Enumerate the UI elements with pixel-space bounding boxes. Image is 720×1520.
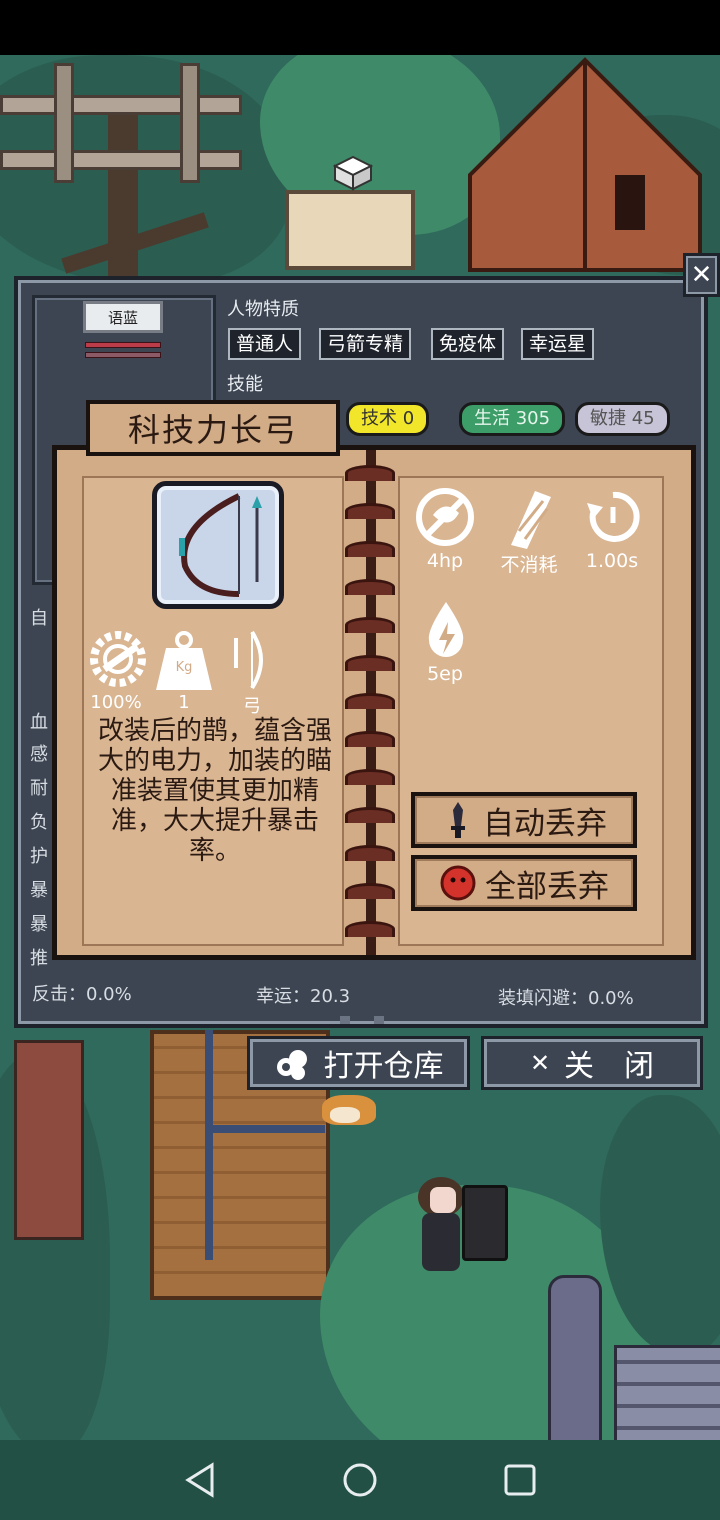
close-label: 关 闭	[564, 1049, 655, 1084]
item-name: 科技力长弓	[86, 400, 340, 456]
stat-counter: 反击：0.0%	[32, 984, 132, 1005]
supply-crate	[285, 190, 415, 270]
storage-icon	[276, 1050, 307, 1080]
item-icon-frame	[152, 481, 284, 609]
category-value: 弓	[243, 696, 261, 717]
bow-icon	[179, 493, 262, 597]
trait-tag[interactable]: 普通人	[228, 328, 302, 360]
page-dot	[374, 1016, 384, 1024]
stat-stub: 暴	[30, 914, 48, 935]
open-storage-button[interactable]: 打开仓库	[247, 1036, 470, 1090]
workbench	[14, 1040, 84, 1240]
stat-stub: 护	[30, 846, 48, 867]
book-rings	[345, 455, 395, 955]
fence-post	[180, 63, 200, 183]
cube-icon	[333, 155, 373, 191]
pipe	[205, 1125, 325, 1133]
stone-stairs	[614, 1345, 720, 1440]
stamina-bar	[85, 352, 161, 358]
riot-shield	[462, 1185, 508, 1261]
skill-tag-life[interactable]: 生活 305	[459, 402, 566, 436]
stat-stub: 血	[30, 712, 48, 733]
stat-stub: 推	[30, 948, 48, 969]
weight-icon-text: Kg	[175, 660, 193, 675]
dog-belly	[330, 1107, 360, 1123]
skills-label: 技能	[227, 374, 263, 395]
health-bar	[85, 342, 161, 348]
ammo-cost: 不消耗	[500, 554, 558, 576]
page-dot	[340, 1016, 350, 1024]
traits-label: 人物特质	[227, 299, 299, 320]
fence-rail	[0, 95, 242, 115]
trait-tag[interactable]: 免疫体	[431, 328, 505, 360]
item-description: 改装后的鹊，蕴含强大的电力，加装的瞄准装置使其更加精准，大大提升暴击率。	[97, 716, 332, 866]
tent	[468, 57, 702, 272]
skill-tag-tech[interactable]: 技术 0	[346, 402, 430, 436]
player-face	[430, 1187, 456, 1213]
back-icon[interactable]	[180, 1460, 220, 1500]
tree-trunk	[108, 95, 138, 295]
auto-discard-label: 自动丢弃	[483, 805, 607, 842]
skill-tag-agility[interactable]: 敏捷 45	[575, 402, 670, 436]
stat-stub: 自	[30, 608, 48, 629]
close-panel-button[interactable]: ✕ 关 闭	[481, 1036, 703, 1090]
bow-category-icon	[234, 630, 263, 690]
cooldown-value: 1.00s	[585, 550, 639, 572]
cooldown-icon	[587, 491, 640, 542]
pipe	[205, 1030, 213, 1260]
energy-cost: 5ep	[427, 663, 463, 685]
gear-wrench-icon	[90, 631, 146, 687]
stat-stub: 负	[30, 812, 48, 833]
ammo-icon	[511, 491, 551, 549]
auto-discard-button[interactable]: 自动丢弃	[411, 792, 637, 848]
durability-value: 100%	[90, 692, 142, 713]
hp-cost: 4hp	[426, 550, 464, 572]
tree-canopy	[0, 55, 290, 285]
stat-reload-dodge: 装填闪避：0.0%	[498, 988, 634, 1009]
red-orb-icon	[440, 865, 476, 901]
recents-icon[interactable]	[500, 1460, 540, 1500]
player-character[interactable]	[422, 1213, 460, 1271]
fence-post	[54, 63, 74, 183]
home-icon[interactable]	[340, 1460, 380, 1500]
dagger-icon	[451, 802, 465, 838]
energy-drop-icon	[428, 602, 464, 657]
stone-pillar	[548, 1275, 602, 1440]
trait-tag[interactable]: 弓箭专精	[319, 328, 412, 360]
close-icon: ✕	[529, 1049, 551, 1077]
discard-all-button[interactable]: 全部丢弃	[411, 855, 637, 911]
close-icon[interactable]: ✕	[683, 253, 720, 297]
discard-all-label: 全部丢弃	[485, 868, 609, 905]
open-storage-label: 打开仓库	[323, 1049, 444, 1084]
no-heal-icon	[416, 488, 474, 546]
stat-stub: 耐	[30, 778, 48, 799]
stat-stub: 暴	[30, 880, 48, 901]
character-name: 语蓝	[83, 301, 163, 333]
stat-stub: 感	[30, 744, 48, 765]
trait-tag[interactable]: 幸运星	[521, 328, 595, 360]
fence-rail	[0, 150, 242, 170]
stat-luck: 幸运：20.3	[256, 986, 351, 1007]
weight-value: 1	[178, 692, 190, 713]
